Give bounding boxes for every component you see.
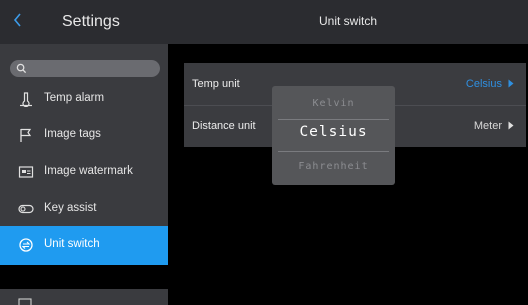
picker-option-celsius-selected[interactable]: Celsius: [272, 124, 395, 140]
flag-icon: [20, 128, 32, 142]
main-header: Unit switch: [168, 0, 528, 44]
sidebar-item-label: Image watermark: [44, 165, 133, 177]
thermometer-icon: [20, 92, 32, 107]
chevron-right-icon: [508, 79, 514, 88]
distance-unit-label: Distance unit: [192, 120, 256, 132]
search-input[interactable]: [10, 60, 160, 77]
temp-unit-value: Celsius: [465, 78, 502, 90]
sidebar: Settings Temp alarm Image tags Image wat…: [0, 0, 168, 305]
unit-switch-icon: [19, 238, 33, 252]
watermark-icon: [18, 166, 34, 178]
sidebar-item-label: Unit switch: [44, 238, 100, 250]
sidebar-item-image-tags[interactable]: Image tags: [0, 116, 168, 154]
sidebar-title: Settings: [62, 13, 120, 30]
page-title: Unit switch: [318, 14, 377, 28]
picker-option-kelvin[interactable]: Kelvin: [272, 98, 395, 109]
temp-unit-picker[interactable]: Kelvin Celsius Fahrenheit: [272, 86, 395, 185]
picker-option-fahrenheit[interactable]: Fahrenheit: [272, 161, 395, 172]
picker-divider: [278, 119, 389, 120]
sidebar-item-label: Image tags: [44, 128, 101, 140]
sidebar-item-image-watermark[interactable]: Image watermark: [0, 153, 168, 191]
sidebar-item-key-assist[interactable]: Key assist: [0, 190, 168, 228]
search-icon: [16, 63, 27, 74]
sidebar-item-label: Temp alarm: [44, 92, 105, 104]
app-window: Settings Temp alarm Image tags Image wat…: [0, 0, 528, 305]
temp-unit-label: Temp unit: [192, 78, 240, 90]
chevron-right-icon: [508, 121, 514, 130]
sidebar-item-temp-alarm[interactable]: Temp alarm: [0, 80, 168, 118]
sidebar-item-unit-switch[interactable]: Unit switch: [0, 226, 168, 265]
sidebar-item-label: Key assist: [44, 202, 97, 214]
partial-item-icon: [18, 298, 32, 305]
picker-divider: [278, 151, 389, 152]
sidebar-header: Settings: [0, 0, 168, 44]
distance-unit-value: Meter: [473, 120, 502, 132]
toggle-icon: [18, 204, 34, 214]
sidebar-divider: [0, 265, 168, 289]
sidebar-item-partial[interactable]: [0, 289, 168, 305]
back-icon[interactable]: [12, 12, 30, 32]
